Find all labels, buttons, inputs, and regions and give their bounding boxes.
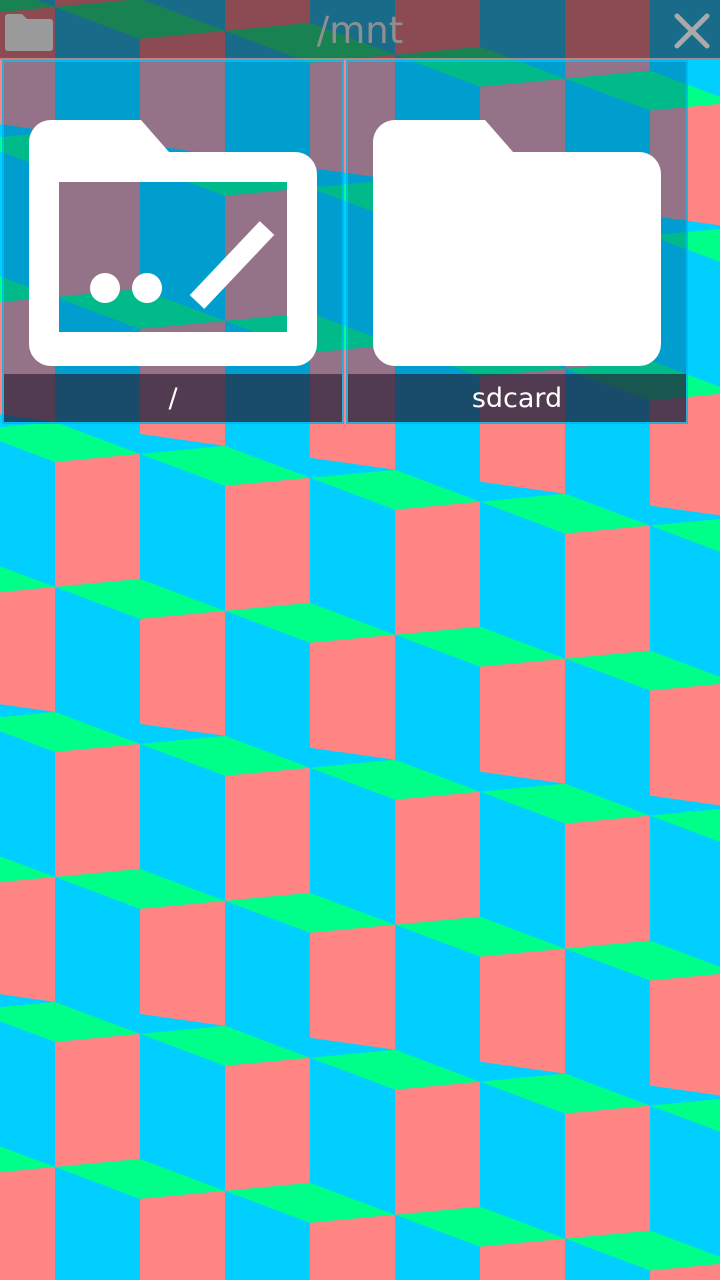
file-entry-parent[interactable]: /	[2, 60, 344, 424]
file-entry-label-bar: sdcard	[348, 374, 686, 422]
folder-icon	[373, 120, 661, 366]
close-icon	[674, 13, 710, 49]
file-entry-name: /	[168, 383, 178, 414]
title-bar: /mnt	[0, 0, 720, 60]
close-button[interactable]	[668, 8, 716, 54]
file-browser-screen: /mnt / sdcard	[0, 0, 720, 1280]
file-grid: / sdcard	[0, 60, 690, 426]
file-entry-name: sdcard	[471, 383, 563, 414]
file-entry-label-bar: /	[4, 374, 342, 422]
folder-icon[interactable]	[4, 10, 54, 52]
parent-folder-icon	[29, 120, 317, 366]
file-entry-sdcard[interactable]: sdcard	[346, 60, 688, 424]
current-path-title: /mnt	[316, 9, 404, 52]
